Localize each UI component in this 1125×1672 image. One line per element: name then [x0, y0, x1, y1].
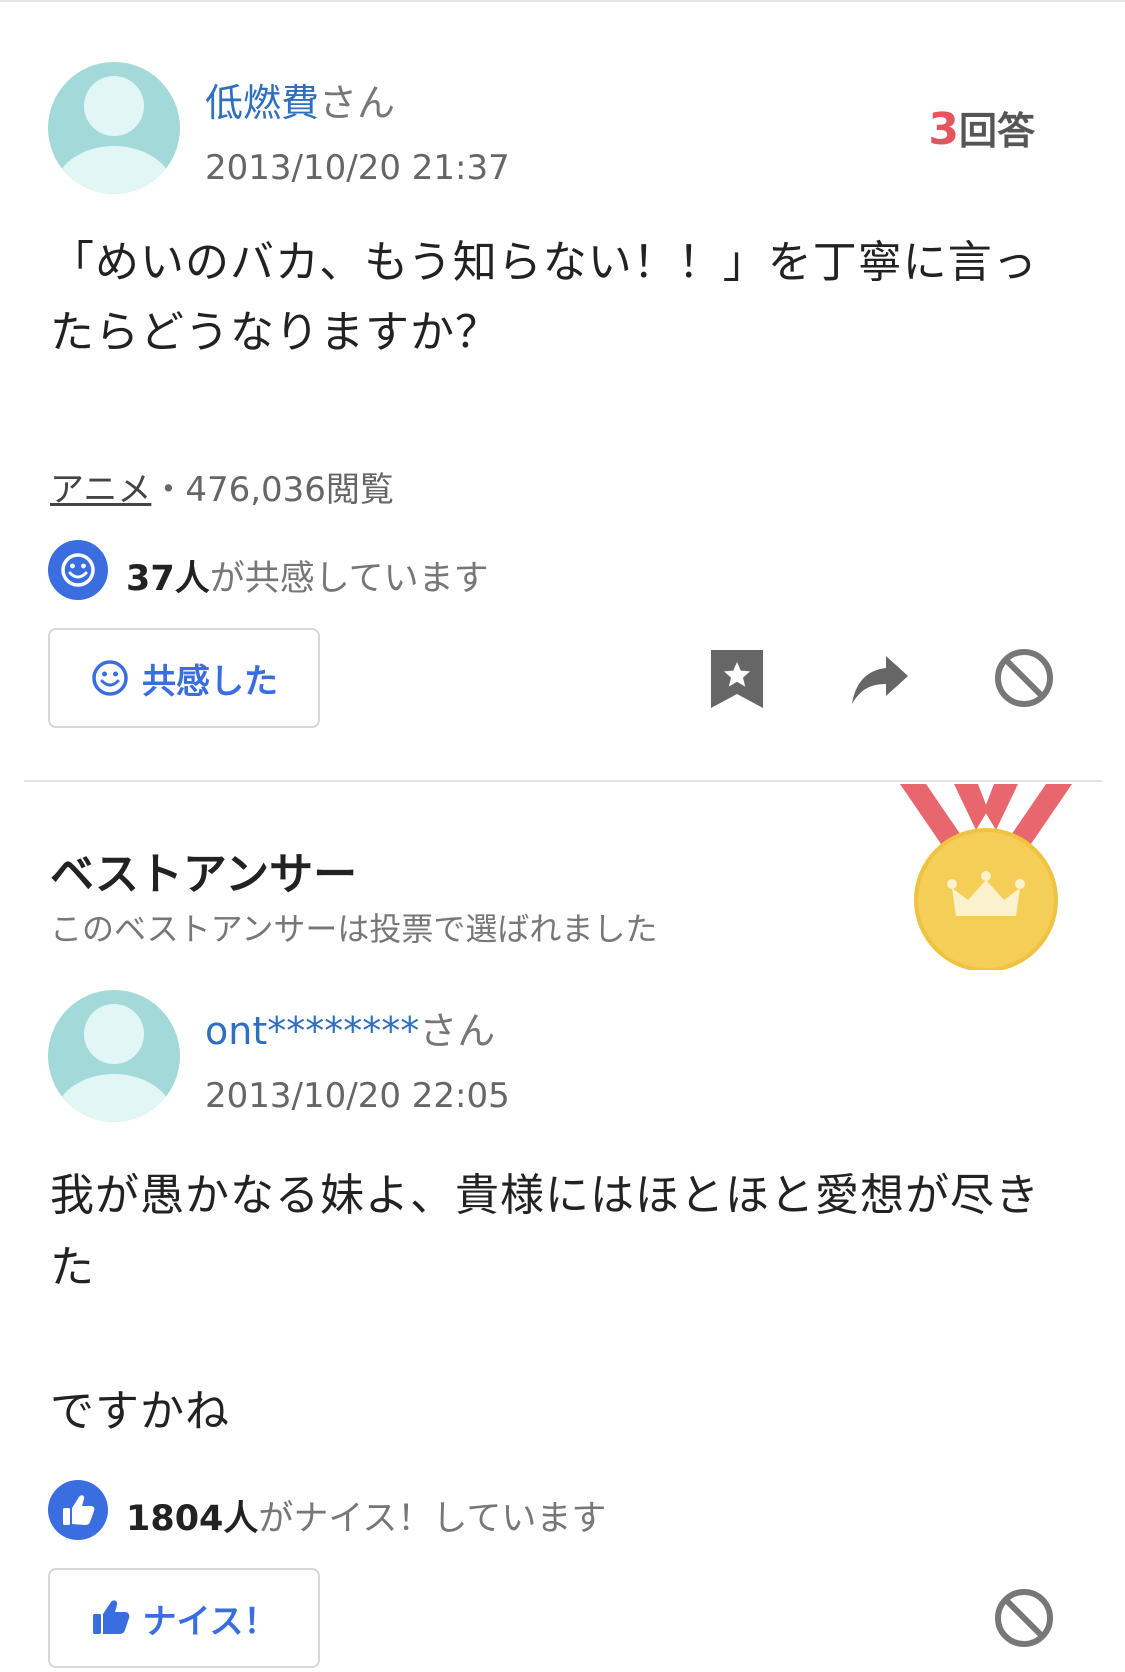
answer-count-number: 3	[928, 104, 959, 155]
prohibit-icon[interactable]	[992, 1586, 1056, 1650]
questioner-suffix: さん	[319, 81, 396, 125]
nice-label: がナイス！しています	[258, 1499, 607, 1539]
share-arrow-icon[interactable]	[848, 646, 912, 710]
best-answer-subtitle: このベストアンサーは投票で選ばれました	[50, 910, 658, 948]
best-answer-title: ベストアンサー	[50, 849, 358, 900]
answer-date: 2013/10/20 22:05	[205, 1076, 510, 1116]
question-text: 「めいのバカ、もう知らない！！」を丁寧に言ったらどうなりますか？	[50, 237, 1038, 358]
smiley-outline-icon	[92, 660, 128, 696]
empathy-count: 37人	[126, 559, 210, 599]
crown-medal-icon	[896, 780, 1076, 972]
answerer-name[interactable]: ont********さん	[205, 1000, 495, 1055]
nice-button-label: ナイス！	[142, 1601, 278, 1642]
answer-text: 我が愚かなる妹よ、貴様にはほとほと愛想が尽きた ですかね	[50, 1170, 1040, 1437]
question-meta: アニメ・476,036閲覧	[50, 462, 394, 511]
questioner-avatar[interactable]	[48, 62, 180, 194]
answerer-name-text[interactable]: ont********	[205, 1009, 419, 1053]
answerer-suffix: さん	[419, 1009, 496, 1053]
answer-count[interactable]: 3回答	[928, 100, 1035, 155]
empathy-label: が共感しています	[209, 559, 489, 599]
view-count: ・476,036閲覧	[151, 470, 394, 510]
bookmark-star-icon[interactable]	[705, 646, 769, 710]
questioner-name-text[interactable]: 低燃費	[205, 81, 319, 125]
nice-button[interactable]: ナイス！	[48, 1568, 320, 1668]
question-date: 2013/10/20 21:37	[205, 148, 510, 188]
empathy-stat: 37人が共感しています	[126, 550, 489, 601]
thumbs-up-button-icon	[92, 1600, 129, 1634]
answer-count-label: 回答	[958, 109, 1035, 153]
thumbs-up-icon	[48, 1480, 108, 1540]
empathy-button[interactable]: 共感した	[48, 628, 320, 728]
top-divider	[0, 0, 1125, 2]
questioner-name[interactable]: 低燃費さん	[205, 72, 395, 127]
empathy-button-label: 共感した	[142, 661, 278, 702]
prohibit-icon[interactable]	[992, 646, 1056, 710]
category-link[interactable]: アニメ	[50, 470, 151, 510]
smiley-icon	[48, 540, 108, 600]
nice-count: 1804人	[126, 1499, 259, 1539]
answerer-avatar[interactable]	[48, 990, 180, 1122]
nice-stat: 1804人がナイス！しています	[126, 1490, 606, 1541]
